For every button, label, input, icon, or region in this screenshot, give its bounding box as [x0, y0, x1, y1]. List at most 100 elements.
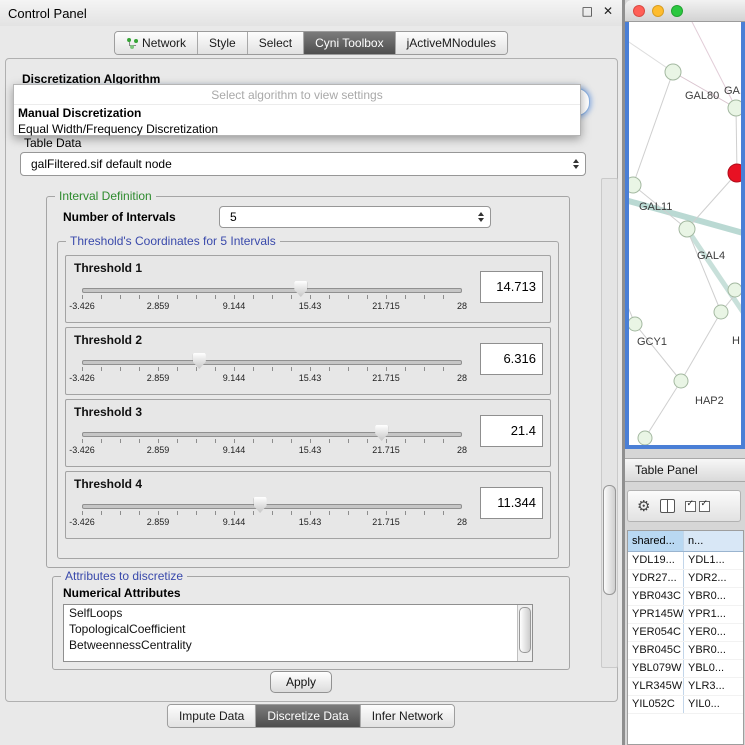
select-columns-icon[interactable]	[685, 501, 710, 512]
spinner-arrows-icon	[478, 212, 484, 222]
table-row[interactable]: YDL19...YDL1...	[628, 552, 743, 570]
table-header-row: shared... n...	[628, 531, 743, 552]
tick-label: 2.859	[147, 445, 170, 455]
table-row[interactable]: YPR145WYPR1...	[628, 606, 743, 624]
close-traffic-light-icon[interactable]	[633, 5, 645, 17]
table-panel-header[interactable]: Table Panel	[625, 458, 745, 482]
gear-icon[interactable]: ⚙	[637, 499, 650, 514]
threshold-panel: Threshold 1-3.4262.8599.14415.4321.71528…	[65, 255, 551, 323]
tab-network[interactable]: Network	[115, 32, 198, 54]
tab-discretize-data[interactable]: Discretize Data	[256, 705, 360, 727]
network-node[interactable]	[714, 305, 728, 319]
algorithm-option[interactable]: Equal Width/Frequency Discretization	[14, 121, 580, 137]
threshold-slider[interactable]: -3.4262.8599.14415.4321.71528	[82, 280, 462, 318]
table-row[interactable]: YBR043CYBR0...	[628, 588, 743, 606]
network-node[interactable]	[629, 317, 642, 331]
table-cell: YDR2...	[684, 570, 743, 587]
slider-ticks	[82, 511, 462, 515]
tick-label-row: -3.4262.8599.14415.4321.71528	[82, 517, 462, 528]
tick-label: 21.715	[372, 301, 400, 311]
bottom-tab-bar: Impute Data Discretize Data Infer Network	[167, 704, 455, 728]
table-cell: YER0...	[684, 624, 743, 641]
attribute-item[interactable]: SelfLoops	[64, 605, 532, 621]
panel-scrollbar[interactable]	[601, 178, 618, 668]
network-node[interactable]	[728, 283, 741, 297]
tab-label: jActiveMNodules	[407, 36, 496, 50]
tab-infer-network[interactable]: Infer Network	[361, 705, 454, 727]
slider-track[interactable]	[82, 288, 462, 293]
node-label: GAL11	[639, 201, 672, 213]
network-window-titlebar[interactable]	[625, 0, 745, 22]
tab-style[interactable]: Style	[198, 32, 248, 54]
table-cell: YBR043C	[628, 588, 684, 605]
threshold-value-field[interactable]: 6.316	[480, 343, 543, 375]
zoom-traffic-light-icon[interactable]	[671, 5, 683, 17]
threshold-slider[interactable]: -3.4262.8599.14415.4321.71528	[82, 424, 462, 462]
tick-label: -3.426	[69, 301, 95, 311]
threshold-list: Threshold 1-3.4262.8599.14415.4321.71528…	[65, 255, 551, 543]
apply-button[interactable]: Apply	[270, 671, 332, 693]
attributes-group: Attributes to discretize Numerical Attri…	[52, 576, 570, 670]
attributes-listbox[interactable]: SelfLoopsTopologicalCoefficientBetweenne…	[63, 604, 533, 662]
threshold-value-field[interactable]: 14.713	[480, 271, 543, 303]
table-cell: YDL19...	[628, 552, 684, 569]
list-scrollbar[interactable]	[517, 605, 532, 661]
table-row[interactable]: YIL052CYIL0...	[628, 696, 743, 714]
table-row[interactable]: YDR27...YDR2...	[628, 570, 743, 588]
attribute-item[interactable]: TopologicalCoefficient	[64, 621, 532, 637]
tab-jactivemnodules[interactable]: jActiveMNodules	[396, 32, 507, 54]
network-edge	[687, 229, 741, 318]
slider-track[interactable]	[82, 432, 462, 437]
columns-icon[interactable]	[660, 499, 675, 513]
network-node[interactable]	[679, 221, 695, 237]
interval-definition-title: Interval Definition	[55, 189, 156, 203]
tick-label: -3.426	[69, 373, 95, 383]
close-icon[interactable]: ✕	[603, 4, 613, 18]
slider-ticks	[82, 439, 462, 443]
column-header-shared-name[interactable]: shared...	[628, 531, 684, 551]
slider-track[interactable]	[82, 504, 462, 509]
threshold-slider[interactable]: -3.4262.8599.14415.4321.71528	[82, 352, 462, 390]
table-cell: YBR0...	[684, 642, 743, 659]
threshold-panel: Threshold 3-3.4262.8599.14415.4321.71528…	[65, 399, 551, 467]
table-data-combobox[interactable]: galFiltered.sif default node	[20, 152, 586, 176]
network-node[interactable]	[638, 431, 652, 445]
tab-label: Discretize Data	[267, 709, 348, 723]
float-icon[interactable]: □	[582, 4, 593, 18]
node-label: GCY1	[637, 336, 667, 348]
node-label: GAL4	[697, 250, 725, 262]
network-node[interactable]	[665, 64, 681, 80]
network-canvas[interactable]: GAL80GA...GAL11GAL4GCY1H...HAP2	[625, 22, 745, 449]
column-header-name[interactable]: n...	[684, 531, 743, 551]
threshold-value-field[interactable]: 11.344	[480, 487, 543, 519]
network-node[interactable]	[674, 374, 688, 388]
network-node[interactable]	[728, 100, 741, 116]
tick-label: 9.144	[223, 373, 246, 383]
thresholds-group-title: Threshold's Coordinates for 5 Intervals	[66, 234, 280, 248]
network-node[interactable]	[629, 177, 641, 193]
table-row[interactable]: YLR345WYLR3...	[628, 678, 743, 696]
tick-label: 15.43	[299, 517, 322, 527]
minimize-traffic-light-icon[interactable]	[652, 5, 664, 17]
network-node-selected[interactable]	[728, 164, 741, 182]
tick-label: 28	[457, 373, 467, 383]
algorithm-option[interactable]: Manual Discretization	[14, 105, 580, 121]
threshold-value-field[interactable]: 21.4	[480, 415, 543, 447]
tick-label: 28	[457, 445, 467, 455]
threshold-slider[interactable]: -3.4262.8599.14415.4321.71528	[82, 496, 462, 534]
network-window: GAL80GA...GAL11GAL4GCY1H...HAP2	[625, 0, 745, 449]
slider-track[interactable]	[82, 360, 462, 365]
table-row[interactable]: YBR045CYBR0...	[628, 642, 743, 660]
tab-cyni-toolbox[interactable]: Cyni Toolbox	[304, 32, 395, 54]
number-of-intervals-combobox[interactable]: 5	[219, 206, 491, 228]
table-row[interactable]: YBL079WYBL0...	[628, 660, 743, 678]
node-label: GA...	[724, 85, 741, 97]
list-scrollbar-thumb[interactable]	[519, 607, 531, 653]
tab-select[interactable]: Select	[248, 32, 304, 54]
panel-scrollbar-thumb[interactable]	[603, 485, 616, 595]
tab-impute-data[interactable]: Impute Data	[168, 705, 256, 727]
attribute-item[interactable]: BetweennessCentrality	[64, 637, 532, 653]
tick-label: 21.715	[372, 373, 400, 383]
table-row[interactable]: YER054CYER0...	[628, 624, 743, 642]
tick-label: 9.144	[223, 445, 246, 455]
